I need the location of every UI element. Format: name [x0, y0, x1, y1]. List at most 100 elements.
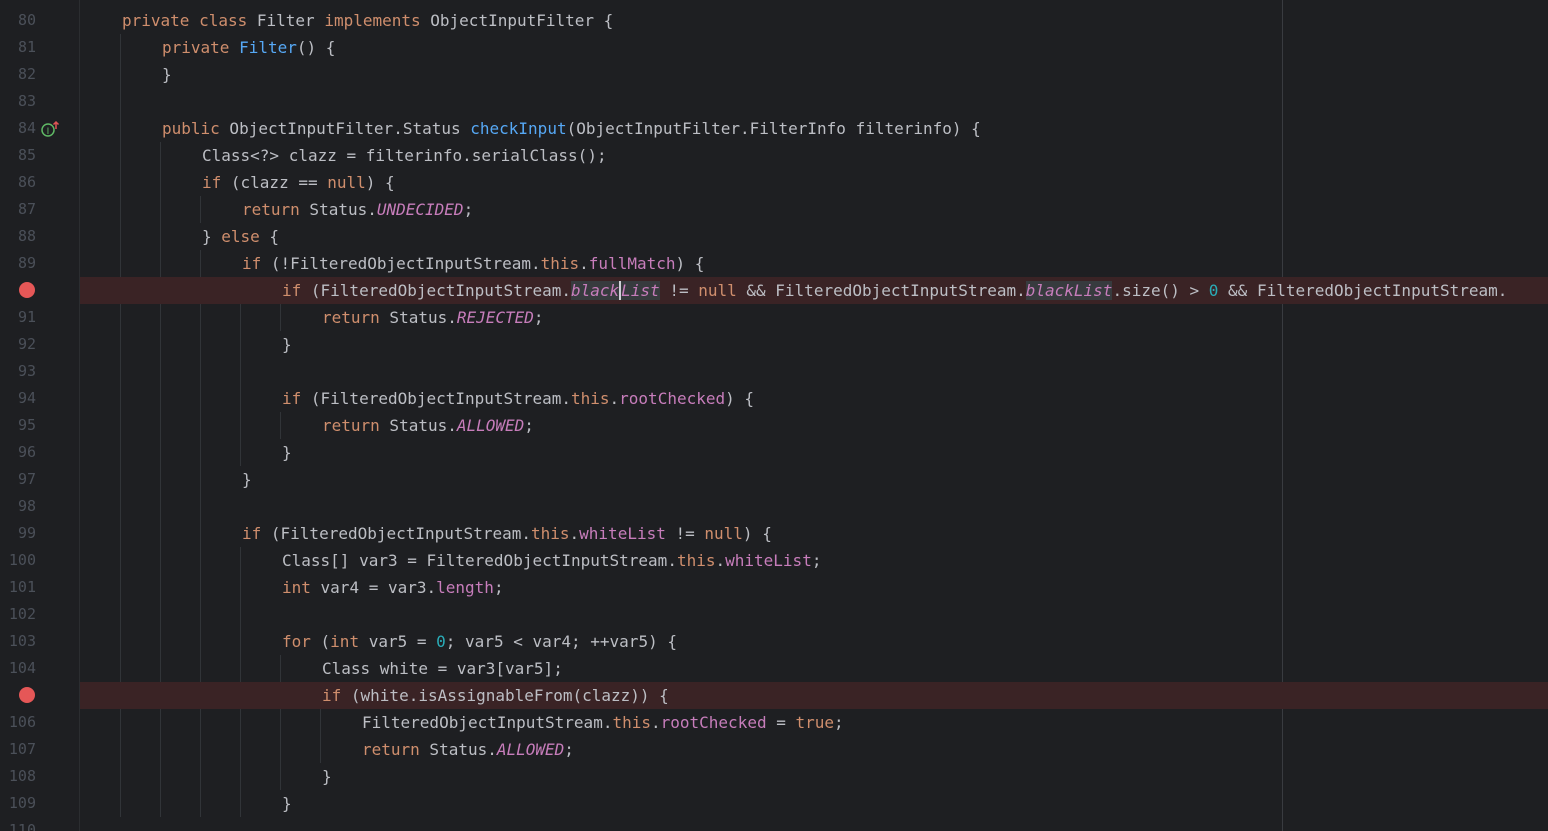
code-line[interactable]: 81 private Filter() { — [0, 34, 1548, 61]
line-number[interactable]: 94 — [0, 385, 36, 412]
line-number[interactable]: 108 — [0, 763, 36, 790]
code-text[interactable]: return Status.UNDECIDED; — [242, 196, 473, 223]
code-line[interactable]: 94 if (FilteredObjectInputStream.this.roo… — [0, 385, 1548, 412]
line-number[interactable]: 85 — [0, 142, 36, 169]
line-number[interactable]: 97 — [0, 466, 36, 493]
code-text[interactable]: for (int var5 = 0; var5 < var4; ++var5) … — [282, 628, 677, 655]
code-text[interactable]: FilteredObjectInputStream.this.rootCheck… — [362, 709, 844, 736]
code-token: (ObjectInputFilter.FilterInfo filterinfo… — [566, 119, 981, 138]
line-number[interactable]: 98 — [0, 493, 36, 520]
line-number[interactable]: 92 — [0, 331, 36, 358]
code-line[interactable]: 101 int var4 = var3.length; — [0, 574, 1548, 601]
code-editor[interactable]: 80 private class Filter implements Object… — [0, 0, 1548, 831]
line-number[interactable]: 110 — [0, 817, 36, 831]
code-line[interactable]: 99 if (FilteredObjectInputStream.this.whi… — [0, 520, 1548, 547]
code-text[interactable]: } — [282, 790, 292, 817]
code-token: var4 = var3. — [310, 578, 437, 597]
code-line[interactable]: 91 return Status.REJECTED; — [0, 304, 1548, 331]
code-line[interactable]: 89 if (!FilteredObjectInputStream.this.fu… — [0, 250, 1548, 277]
code-line[interactable]: 108} — [0, 763, 1548, 790]
code-text[interactable]: if (white.isAssignableFrom(clazz)) { — [322, 682, 669, 709]
line-number[interactable]: 83 — [0, 88, 36, 115]
code-token: else — [221, 227, 260, 246]
line-number[interactable]: 87 — [0, 196, 36, 223]
code-line[interactable]: 84 Ipublic ObjectInputFilter.Status check… — [0, 115, 1548, 142]
code-line[interactable]: 96} — [0, 439, 1548, 466]
line-number[interactable]: 81 — [0, 34, 36, 61]
code-token: (FilteredObjectInputStream. — [301, 281, 571, 300]
line-number[interactable]: 84 — [0, 115, 36, 142]
line-number[interactable]: 101 — [0, 574, 36, 601]
line-number[interactable]: 80 — [0, 7, 36, 34]
code-text[interactable]: Class white = var3[var5]; — [322, 655, 563, 682]
implements-method-icon[interactable]: I — [41, 120, 61, 138]
code-token: null — [698, 281, 737, 300]
line-number[interactable]: 100 — [0, 547, 36, 574]
code-line[interactable]: 107 return Status.ALLOWED; — [0, 736, 1548, 763]
line-number[interactable]: 88 — [0, 223, 36, 250]
line-number[interactable]: 99 — [0, 520, 36, 547]
line-number[interactable]: 86 — [0, 169, 36, 196]
code-line[interactable]: 93 — [0, 358, 1548, 385]
code-text[interactable]: } — [322, 763, 332, 790]
code-text[interactable]: if (clazz == null) { — [202, 169, 395, 196]
code-text[interactable]: } — [242, 466, 252, 493]
code-text[interactable]: Class<?> clazz = filterinfo.serialClass(… — [202, 142, 607, 169]
code-line[interactable]: 86 if (clazz == null) { — [0, 169, 1548, 196]
line-number[interactable]: 93 — [0, 358, 36, 385]
code-line[interactable]: 83 — [0, 88, 1548, 115]
breakpoint-icon[interactable] — [19, 282, 35, 298]
line-number[interactable]: 89 — [0, 250, 36, 277]
code-line[interactable]: 95 return Status.ALLOWED; — [0, 412, 1548, 439]
line-number[interactable]: 104 — [0, 655, 36, 682]
code-token: ; var5 < var4; ++var5) { — [445, 632, 677, 651]
code-line[interactable]: 100 Class[] var3 = FilteredObjectInputStr… — [0, 547, 1548, 574]
code-line[interactable]: 102 — [0, 601, 1548, 628]
code-text[interactable]: private class Filter implements ObjectIn… — [122, 7, 613, 34]
code-line[interactable]: 97} — [0, 466, 1548, 493]
code-text[interactable]: Class[] var3 = FilteredObjectInputStream… — [282, 547, 821, 574]
code-text[interactable]: if (FilteredObjectInputStream.black List … — [282, 277, 1507, 304]
line-number[interactable]: 95 — [0, 412, 36, 439]
code-line[interactable]: 109} — [0, 790, 1548, 817]
code-line[interactable]: 87 return Status.UNDECIDED; — [0, 196, 1548, 223]
code-text[interactable]: int var4 = var3.length; — [282, 574, 504, 601]
code-text[interactable]: } else { — [202, 223, 279, 250]
code-token: { — [259, 227, 280, 246]
line-number[interactable]: 96 — [0, 439, 36, 466]
code-line[interactable]: 88 } else { — [0, 223, 1548, 250]
code-line[interactable]: 82} — [0, 61, 1548, 88]
line-number[interactable]: 82 — [0, 61, 36, 88]
code-line[interactable]: 105if (white.isAssignableFrom(clazz)) { — [0, 682, 1548, 709]
line-number[interactable]: 103 — [0, 628, 36, 655]
line-number[interactable]: 107 — [0, 736, 36, 763]
code-text[interactable]: if (FilteredObjectInputStream.this.white… — [242, 520, 772, 547]
code-token: Class[] var3 = FilteredObjectInputStream… — [282, 551, 677, 570]
code-text[interactable]: if (FilteredObjectInputStream.this.rootC… — [282, 385, 754, 412]
code-text[interactable]: } — [282, 331, 292, 358]
code-text[interactable]: } — [282, 439, 292, 466]
code-line[interactable]: 110 — [0, 817, 1548, 831]
code-line[interactable]: 106 FilteredObjectInputStream.this.rootCh… — [0, 709, 1548, 736]
code-text[interactable]: return Status.REJECTED; — [322, 304, 544, 331]
code-line[interactable]: 103 for (int var5 = 0; var5 < var4; ++var… — [0, 628, 1548, 655]
code-line[interactable]: 90if (FilteredObjectInputStream.blackLis… — [0, 277, 1548, 304]
code-token: ) { — [675, 254, 705, 273]
line-number[interactable]: 102 — [0, 601, 36, 628]
line-number[interactable]: 91 — [0, 304, 36, 331]
code-line[interactable]: 104 Class white = var3[var5]; — [0, 655, 1548, 682]
code-line[interactable]: 92} — [0, 331, 1548, 358]
code-text[interactable]: return Status.ALLOWED; — [322, 412, 534, 439]
code-text[interactable]: if (!FilteredObjectInputStream.this.full… — [242, 250, 704, 277]
breakpoint-icon[interactable] — [19, 687, 35, 703]
line-number[interactable]: 106 — [0, 709, 36, 736]
line-number[interactable]: 109 — [0, 790, 36, 817]
code-text[interactable]: public ObjectInputFilter.Status checkInp… — [162, 115, 981, 142]
code-token: this — [676, 551, 716, 570]
code-line[interactable]: 98 — [0, 493, 1548, 520]
code-line[interactable]: 80 private class Filter implements Object… — [0, 7, 1548, 34]
code-text[interactable]: private Filter() { — [162, 34, 335, 61]
code-text[interactable]: return Status.ALLOWED; — [362, 736, 574, 763]
code-text[interactable]: } — [162, 61, 172, 88]
code-line[interactable]: 85 Class<?> clazz = filterinfo.serialClas… — [0, 142, 1548, 169]
